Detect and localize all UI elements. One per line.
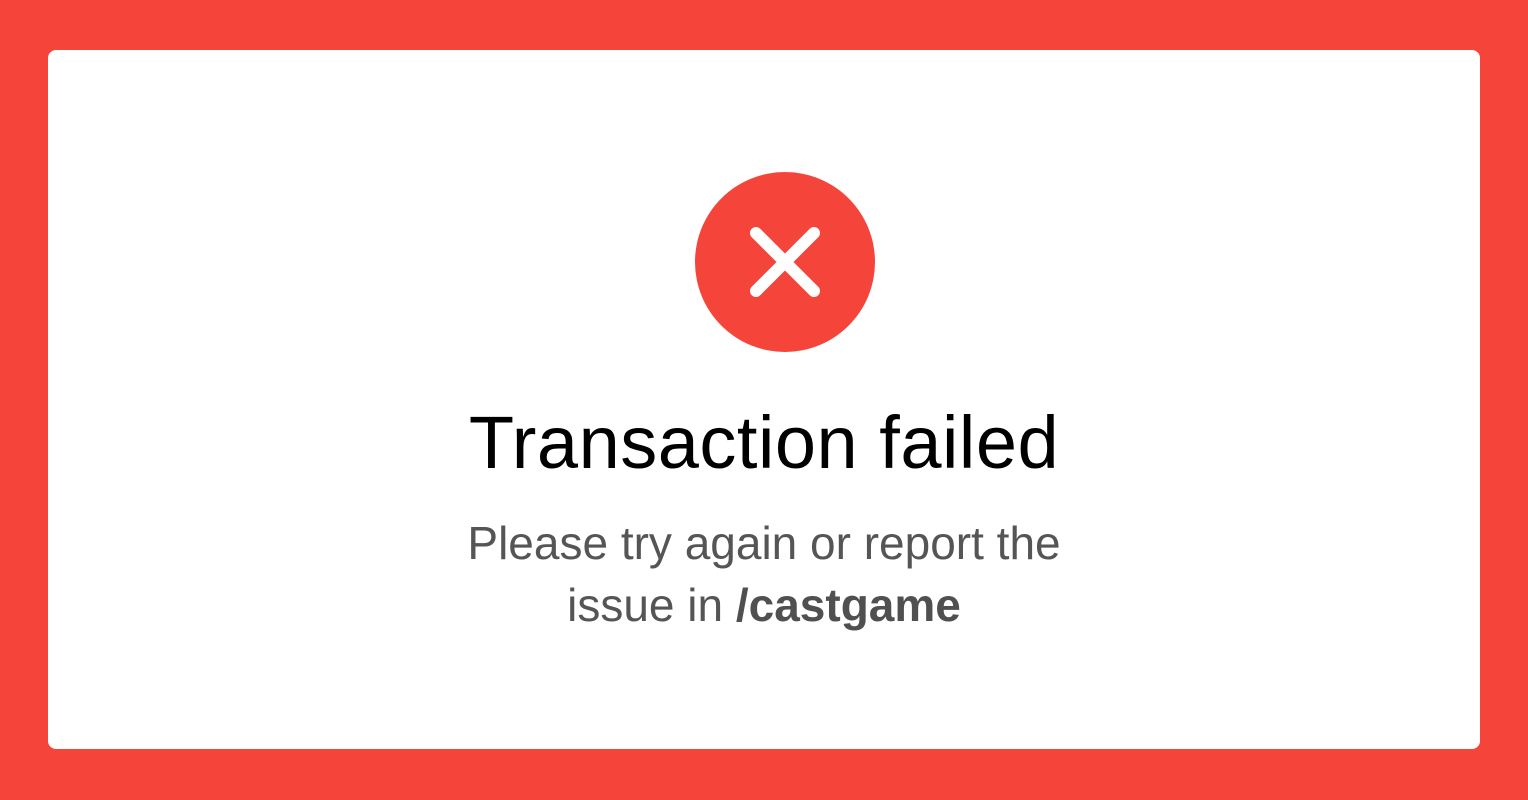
error-message: Please try again or report the issue in … bbox=[48, 512, 1480, 636]
close-icon bbox=[750, 227, 820, 297]
channel-link[interactable]: /castgame bbox=[736, 579, 961, 631]
error-message-prefix: issue in bbox=[567, 579, 736, 631]
error-status-icon bbox=[695, 172, 875, 352]
error-message-line-1: Please try again or report the bbox=[467, 517, 1061, 569]
error-title: Transaction failed bbox=[468, 401, 1060, 484]
error-message-line-2: issue in /castgame bbox=[48, 574, 1480, 636]
error-card: Transaction failed Please try again or r… bbox=[48, 50, 1480, 749]
